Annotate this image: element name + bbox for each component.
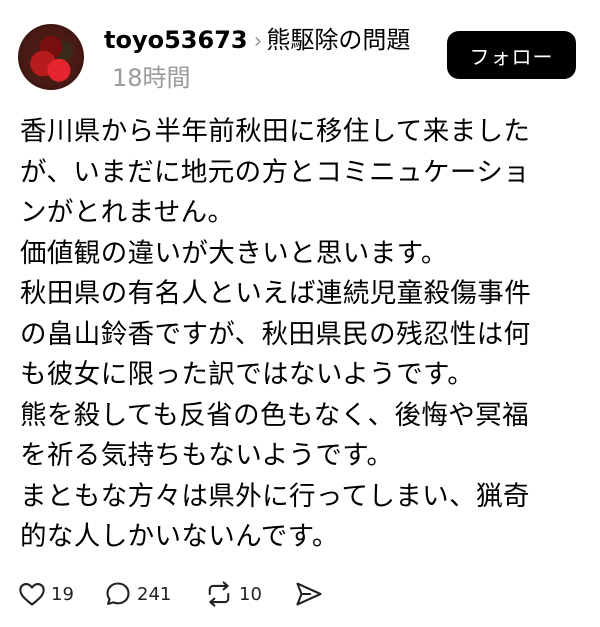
topic-tag[interactable]: 熊駆除の問題: [266, 26, 410, 54]
follow-button[interactable]: フォロー: [447, 31, 576, 79]
post-text-line: が、いまだに地元の方とコミニュケーショ: [20, 156, 531, 188]
post-text-line: も彼女に限った訳ではないようです。: [20, 359, 475, 390]
repost-button[interactable]: 10: [204, 580, 294, 608]
post-text-line: 熊を殺しても反省の色もなく、後悔や冥福: [20, 399, 529, 431]
post-text-line: の畠山鈴香ですが、秋田県民の残忍性は何: [20, 318, 531, 350]
post-text-line: 的な人しかいないんです。: [20, 521, 339, 552]
avatar[interactable]: [18, 24, 84, 90]
action-bar: 19 241 10: [18, 577, 324, 611]
post-text-line: を祈る気持ちもないようです。: [20, 440, 394, 471]
comment-icon: [106, 582, 130, 605]
like-count: 19: [51, 583, 74, 605]
repost-count: 10: [239, 583, 262, 605]
reply-button[interactable]: 241: [104, 580, 204, 608]
repost-icon: [208, 581, 230, 607]
post-text-line: まともな方々は県外に行ってしまい、猟奇: [20, 480, 530, 512]
chevron-right-icon: ›: [253, 29, 263, 54]
post-body: 香川県から半年前秋田に移住して来ました が、いまだに地元の方とコミニュケーショ …: [20, 112, 595, 558]
send-icon: [296, 582, 322, 606]
post-text-line: 価値観の違いが大きいと思います。: [20, 237, 448, 269]
username[interactable]: toyo53673: [104, 26, 248, 54]
share-button[interactable]: [294, 580, 324, 608]
post-text-line: 秋田県の有名人といえば連続児童殺傷事件: [20, 278, 532, 309]
like-button[interactable]: 19: [18, 581, 104, 607]
post-text-line: ンがとれません。: [20, 197, 235, 228]
post-text-line: 香川県から半年前秋田に移住して来ました: [20, 116, 531, 147]
post-header: toyo53673 › 熊駆除の問題 18時間: [104, 22, 434, 96]
timestamp: 18時間: [112, 64, 191, 92]
reply-count: 241: [137, 583, 172, 605]
heart-icon: [19, 583, 45, 606]
